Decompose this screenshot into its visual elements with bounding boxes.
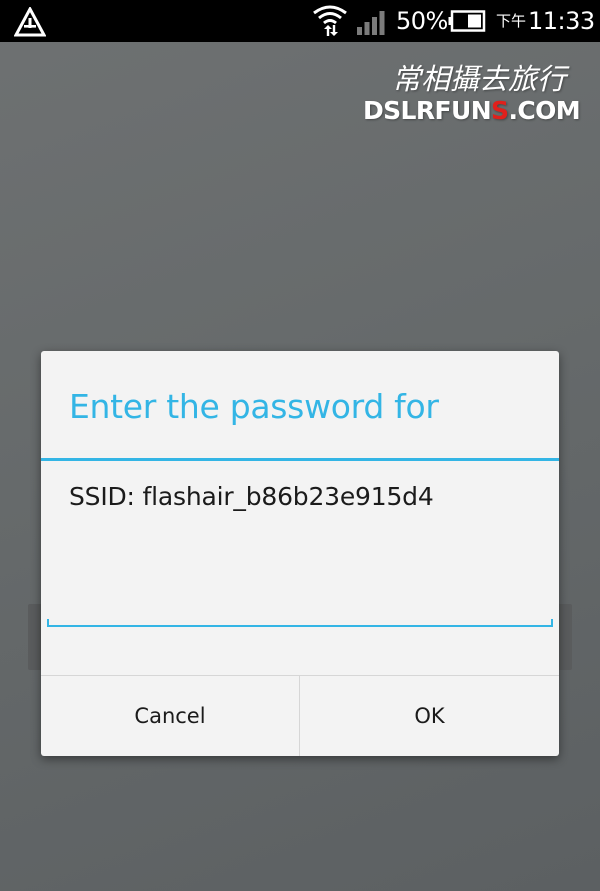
battery-percent: 50% xyxy=(396,7,448,35)
password-dialog: Enter the password for SSID: flashair_b8… xyxy=(41,351,559,756)
watermark-site-part1: DSLRFUN xyxy=(363,96,492,125)
password-input[interactable] xyxy=(47,583,553,629)
watermark-site-part2: .COM xyxy=(508,96,581,125)
alert-triangle-icon xyxy=(14,7,46,37)
password-input-tick-right xyxy=(551,619,553,627)
password-input-underline xyxy=(47,625,553,627)
watermark-site: DSLRFUNS.COM xyxy=(363,96,581,125)
clock: 11:33 xyxy=(528,7,595,35)
watermark-site-highlight: S xyxy=(491,96,509,125)
battery-icon xyxy=(448,10,486,32)
ok-button[interactable]: OK xyxy=(300,676,559,756)
cell-signal-icon xyxy=(357,11,385,35)
password-input-tick-left xyxy=(47,619,49,627)
watermark-chinese: 常相攝去旅行 xyxy=(392,62,567,96)
time-prefix: 下午 xyxy=(496,12,527,30)
ssid-message: SSID: flashair_b86b23e915d4 xyxy=(69,482,434,511)
status-bar: 50% 下午 11:33 xyxy=(0,0,600,42)
dialog-title: Enter the password for xyxy=(69,387,439,426)
wifi-data-icon xyxy=(313,5,347,36)
title-divider xyxy=(41,458,559,461)
cancel-button[interactable]: Cancel xyxy=(41,676,299,756)
